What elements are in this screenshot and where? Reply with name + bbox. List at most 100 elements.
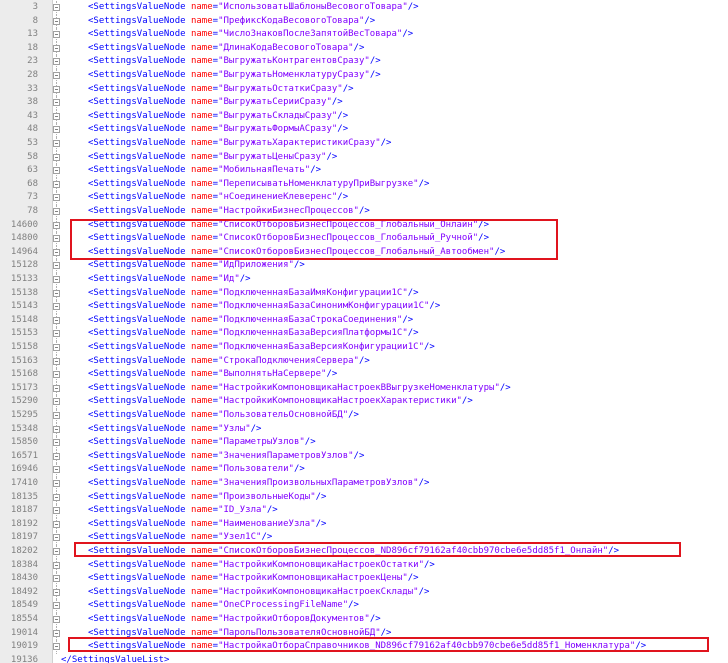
fold-collapse-icon[interactable] (53, 534, 60, 542)
fold-collapse-icon[interactable] (53, 493, 60, 501)
code-line[interactable]: 15163 <SettingsValueNode name="СтрокаПодк… (0, 354, 728, 369)
code-line[interactable]: 15290 <SettingsValueNode name="НастройкиК… (0, 395, 728, 409)
highlight-box-global-lists (70, 219, 558, 260)
tag-self-close: /> (315, 491, 327, 502)
code-line[interactable]: 38 <SettingsValueNode name="ВыгружатьСери… (0, 96, 728, 110)
tag-name: SettingsValueNode (93, 110, 186, 121)
code-line[interactable]: 15148 <SettingsValueNode name="Подключенн… (0, 313, 728, 328)
fold-collapse-icon[interactable] (53, 112, 60, 120)
fold-collapse-icon[interactable] (53, 575, 60, 583)
fold-collapse-icon[interactable] (53, 480, 60, 487)
code-line[interactable]: 63 <SettingsValueNode name="МобильнаяПеча… (0, 164, 728, 178)
code-line[interactable]: 15158 <SettingsValueNode name="Подключенн… (0, 341, 728, 355)
code-line[interactable]: 3 <SettingsValueNode name="ИспользоватьШа… (0, 1, 728, 15)
fold-collapse-icon[interactable] (53, 357, 60, 365)
code-line[interactable]: 15168 <SettingsValueNode name="ВыполнятьН… (0, 368, 728, 382)
code-line[interactable]: 18554 <SettingsValueNode name="НастройкиО… (0, 613, 728, 627)
attr-value: ID_Узла (223, 505, 262, 516)
code-line[interactable]: 18 <SettingsValueNode name="ДлинаКодаВесо… (0, 41, 728, 56)
code-line[interactable]: 13 <SettingsValueNode name="ЧислоЗнаковПо… (0, 28, 728, 42)
fold-collapse-icon[interactable] (53, 289, 60, 297)
code-line[interactable]: 15295 <SettingsValueNode name="Пользовате… (0, 409, 728, 423)
fold-collapse-icon[interactable] (53, 99, 60, 107)
code-line[interactable]: 15138 <SettingsValueNode name="Подключенн… (0, 286, 728, 301)
code-line[interactable]: 18187 <SettingsValueNode name="ID_Узла"/> (0, 504, 728, 518)
code-line[interactable]: 18135 <SettingsValueNode name="Произвольн… (0, 490, 728, 505)
fold-collapse-icon[interactable] (53, 439, 60, 447)
fold-collapse-icon[interactable] (53, 208, 60, 215)
code-line[interactable]: 18430 <SettingsValueNode name="НастройкиК… (0, 572, 728, 586)
fold-collapse-icon[interactable] (53, 153, 60, 161)
code-line[interactable]: 43 <SettingsValueNode name="ВыгружатьСкла… (0, 109, 728, 124)
fold-collapse-icon[interactable] (53, 126, 60, 134)
fold-collapse-icon[interactable] (53, 194, 60, 202)
fold-collapse-icon[interactable] (53, 602, 60, 610)
fold-collapse-icon[interactable] (53, 412, 60, 419)
code-line[interactable]: 8 <SettingsValueNode name="ПрефиксКодаВес… (0, 14, 728, 29)
code-line[interactable]: 15348 <SettingsValueNode name="Узлы"/> (0, 422, 728, 437)
code-line[interactable]: 15850 <SettingsValueNode name="ПараметрыУ… (0, 436, 728, 450)
fold-collapse-icon[interactable] (53, 643, 60, 651)
fold-collapse-icon[interactable] (53, 4, 60, 11)
fold-collapse-icon[interactable] (53, 425, 60, 433)
fold-collapse-icon[interactable] (53, 167, 60, 175)
fold-collapse-icon[interactable] (53, 398, 60, 406)
xml-editor[interactable]: 3 <SettingsValueNode name="ИспользоватьШа… (0, 0, 728, 663)
code-line[interactable]: 53 <SettingsValueNode name="ВыгружатьХара… (0, 137, 728, 151)
code-line[interactable]: 15143 <SettingsValueNode name="Подключенн… (0, 300, 728, 314)
fold-collapse-icon[interactable] (53, 316, 60, 324)
code-line[interactable]: 58 <SettingsValueNode name="ВыгружатьЦены… (0, 150, 728, 165)
code-line[interactable]: 78 <SettingsValueNode name="НастройкиБизн… (0, 205, 728, 219)
code-line[interactable]: 48 <SettingsValueNode name="ВыгружатьФорм… (0, 123, 728, 137)
fold-collapse-icon[interactable] (53, 72, 60, 79)
fold-collapse-icon[interactable] (53, 330, 60, 338)
code-line[interactable]: 18549 <SettingsValueNode name="OneCProces… (0, 599, 728, 613)
fold-collapse-icon[interactable] (53, 44, 60, 52)
attr-name: name (190, 478, 213, 488)
fold-collapse-icon[interactable] (53, 344, 60, 351)
code-line[interactable]: 73 <SettingsValueNode name="нСоединениеКл… (0, 191, 728, 205)
code-line[interactable]: 17410 <SettingsValueNode name="ЗначенияПр… (0, 477, 728, 491)
fold-collapse-icon[interactable] (53, 452, 60, 460)
fold-collapse-icon[interactable] (53, 629, 60, 637)
code-line[interactable]: 15173 <SettingsValueNode name="НастройкиК… (0, 381, 728, 396)
code-line[interactable]: 16571 <SettingsValueNode name="ЗначенияПа… (0, 449, 728, 464)
fold-collapse-icon[interactable] (53, 31, 60, 39)
fold-collapse-icon[interactable] (53, 221, 60, 229)
code-line[interactable]: 15153 <SettingsValueNode name="Подключенн… (0, 327, 728, 341)
fold-collapse-icon[interactable] (53, 507, 60, 515)
code-line[interactable]: 18384 <SettingsValueNode name="НастройкиК… (0, 558, 728, 573)
fold-collapse-icon[interactable] (53, 180, 60, 188)
line-number: 16571 (10, 450, 38, 461)
code-line[interactable]: 33 <SettingsValueNode name="ВыгружатьОста… (0, 82, 728, 97)
code-line[interactable]: 28 <SettingsValueNode name="ВыгружатьНоме… (0, 69, 728, 83)
fold-collapse-icon[interactable] (53, 384, 60, 392)
line-number: 18187 (10, 505, 38, 516)
fold-collapse-icon[interactable] (53, 58, 60, 66)
fold-collapse-icon[interactable] (53, 140, 60, 147)
code-line[interactable]: 15133 <SettingsValueNode name="Ид"/> (0, 273, 728, 287)
fold-collapse-icon[interactable] (53, 248, 60, 256)
fold-collapse-icon[interactable] (53, 371, 60, 379)
fold-collapse-icon[interactable] (53, 262, 60, 270)
fold-collapse-icon[interactable] (53, 17, 60, 25)
fold-collapse-icon[interactable] (53, 561, 60, 569)
code-line[interactable]: 18192 <SettingsValueNode name="Наименован… (0, 517, 728, 532)
code-line-closing[interactable]: 19136 </SettingsValueList> (0, 654, 728, 663)
fold-collapse-icon[interactable] (53, 520, 60, 528)
code-line[interactable]: 15128 <SettingsValueNode name="ИдПриложен… (0, 259, 728, 273)
fold-collapse-icon[interactable] (53, 276, 60, 283)
fold-collapse-icon[interactable] (53, 616, 60, 623)
code-line[interactable]: 18492 <SettingsValueNode name="НастройкиК… (0, 585, 728, 600)
code-line[interactable]: 68 <SettingsValueNode name="ПереписыватьН… (0, 177, 728, 192)
fold-collapse-icon[interactable] (53, 548, 60, 555)
fold-collapse-icon[interactable] (53, 85, 60, 93)
code-line[interactable]: 16946 <SettingsValueNode name="Пользовате… (0, 463, 728, 477)
tag-name: SettingsValueNode (93, 328, 186, 339)
tag-name: SettingsValueNode (93, 437, 186, 448)
code-line[interactable]: 23 <SettingsValueNode name="ВыгружатьКонт… (0, 55, 728, 69)
fold-collapse-icon[interactable] (53, 466, 60, 474)
fold-collapse-icon[interactable] (53, 588, 60, 596)
fold-collapse-icon[interactable] (53, 235, 60, 243)
fold-collapse-icon[interactable] (53, 303, 60, 311)
